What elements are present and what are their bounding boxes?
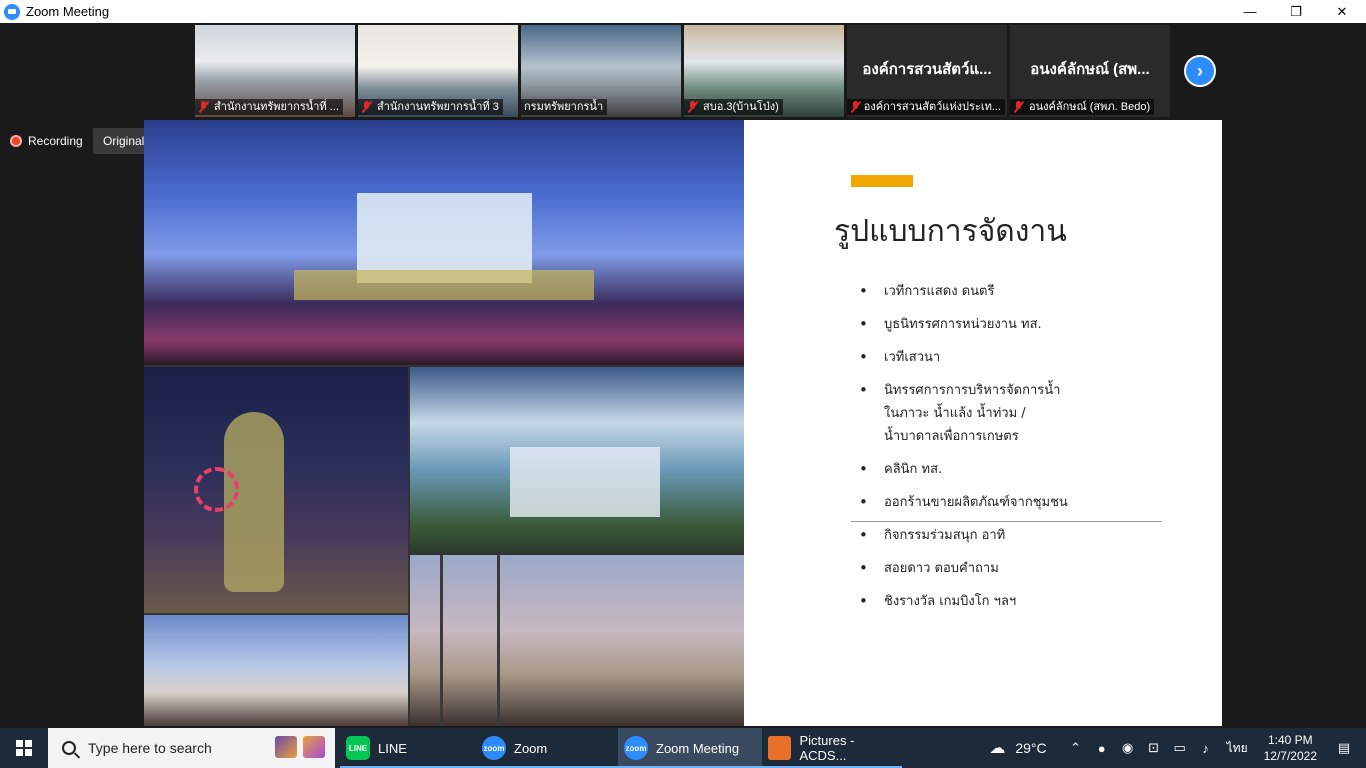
slide-bullet-list: เวทีการแสดง ดนตรี บูธนิทรรศการหน่วยงาน ท… [859,280,1159,623]
search-highlight-icon [275,736,297,758]
system-tray: ☁ 29°C ⌃ ● ◉ ⊡ ▭ ♪ ไทย 1:40 PM 12/7/2022… [979,728,1366,768]
participant-nametag: องค์การสวนสัตว์แห่งประเท... [847,99,1005,115]
zoom-logo-icon [4,3,20,20]
slide-accent-bar [851,175,913,187]
participant-tile-no-video[interactable]: องค์การสวนสัตว์แ... องค์การสวนสัตว์แห่งป… [847,25,1007,117]
restore-button[interactable]: ❐ [1273,0,1319,23]
slide-title: รูปแบบการจัดงาน [834,214,1067,249]
microphone-icon[interactable]: ● [1094,740,1110,756]
taskbar-app-label: LINE [378,740,407,756]
bullet-item: ออกร้านขายผลิตภัณฑ์จากชุมชน [859,491,1159,514]
next-page-arrow-icon[interactable]: › [1184,55,1216,87]
participant-nametag: สำนักงานทรัพยากรน้ำที่ 3 [358,99,503,115]
taskbar-app-label: Zoom Meeting [656,740,740,756]
chevron-up-icon[interactable]: ⌃ [1068,740,1084,756]
weather-temperature[interactable]: 29°C [1015,740,1046,756]
bullet-item: คลินิก ทส. [859,458,1159,481]
search-highlights [275,736,325,758]
close-button[interactable]: ✕ [1319,0,1365,23]
dinosaur-night-photo [144,367,408,613]
stage-concert-photo [144,120,744,365]
title-bar: Zoom Meeting — ❐ ✕ [0,0,1366,23]
start-button[interactable] [0,728,48,768]
tower-sunset-photo [410,555,744,726]
language-indicator[interactable]: ไทย [1227,739,1248,758]
monitor-icon[interactable]: ▭ [1172,740,1188,756]
search-icon [62,741,76,755]
exhibition-booth-photo [410,367,744,553]
minimize-button[interactable]: — [1227,0,1273,23]
bullet-item: สอยดาว ตอบคำถาม [859,557,1159,580]
bullet-item: เวทีการแสดง ดนตรี [859,280,1159,303]
recording-dot-icon [10,135,22,147]
weather-cloud-icon[interactable]: ☁ [984,740,1010,757]
mic-muted-icon [198,101,210,113]
volume-icon[interactable]: ♪ [1198,740,1214,756]
participant-nametag: อนงค์ลักษณ์ (สพภ. Bedo) [1010,99,1155,115]
mic-muted-icon [687,101,699,113]
mic-muted-icon [1013,101,1025,113]
zoom-icon: zoom [482,736,506,760]
camera-icon[interactable]: ◉ [1120,740,1136,756]
participant-display-name: อนงค์ลักษณ์ (สพ... [1030,61,1150,78]
participant-nametag: สำนักงานทรัพยากรน้ำที่ ... [195,99,343,115]
search-highlight-icon [303,736,325,758]
shared-screen-slide: รูปแบบการจัดงาน เวทีการแสดง ดนตรี บูธนิท… [144,120,1222,726]
participant-display-name: องค์การสวนสัตว์แ... [862,61,992,78]
bullet-item: บูธนิทรรศการหน่วยงาน ทส. [859,313,1159,336]
taskbar-app-label: Pictures - ACDS... [799,733,855,763]
participant-tile[interactable]: สำนักงานทรัพยากรน้ำที่ 3 [358,25,518,117]
network-icon[interactable]: ⊡ [1146,740,1162,756]
bullet-item: กิจกรรมร่วมสนุก อาทิ [859,524,1159,547]
participant-nametag: สบอ.3(บ้านโป่ง) [684,99,783,115]
bullet-item: ชิงรางวัล เกมบิงโก ฯลฯ [859,590,1159,613]
taskbar-app-acdsee[interactable]: Pictures - ACDS... [762,728,902,768]
acdsee-icon [768,736,792,760]
search-placeholder: Type here to search [88,740,212,756]
taskbar-app-zoom[interactable]: zoom Zoom [476,728,618,768]
windows-logo-icon [16,740,32,756]
participant-tile[interactable]: สบอ.3(บ้านโป่ง) [684,25,844,117]
windows-taskbar: Type here to search LINE LINE zoom Zoom … [0,728,1366,768]
photo-collage [144,120,744,726]
zoom-icon: zoom [624,736,648,760]
participant-tile-no-video[interactable]: อนงค์ลักษณ์ (สพ... อนงค์ลักษณ์ (สพภ. Bed… [1010,25,1170,117]
line-icon: LINE [346,736,370,760]
participant-strip: สำนักงานทรัพยากรน้ำที่ ... สำนักงานทรัพย… [195,25,1170,117]
taskbar-app-line[interactable]: LINE LINE [340,728,476,768]
participant-nametag: กรมทรัพยากรน้ำ [521,99,608,115]
notification-icon[interactable]: ▤ [1336,740,1352,756]
mic-muted-icon [850,101,860,113]
window-title: Zoom Meeting [26,4,110,19]
clock-time: 1:40 PM [1267,733,1313,747]
taskbar-app-zoom-meeting[interactable]: zoom Zoom Meeting [618,728,762,768]
participant-tile[interactable]: สำนักงานทรัพยากรน้ำที่ ... [195,25,355,117]
slide-divider [851,521,1162,522]
recording-label: Recording [28,134,83,148]
taskbar-search-box[interactable]: Type here to search [48,728,335,768]
clock[interactable]: 1:40 PM 12/7/2022 [1264,732,1317,764]
tent-festival-photo [144,615,408,726]
bullet-item: นิทรรศการการบริหารจัดการน้ำ ในภาวะ น้ำแล… [859,379,1159,448]
taskbar-app-label: Zoom [514,740,548,756]
participant-tile-active-speaker[interactable]: กรมทรัพยากรน้ำ [521,25,681,117]
bullet-item: เวทีเสวนา [859,346,1159,369]
clock-date: 12/7/2022 [1263,749,1317,763]
recording-indicator[interactable]: Recording [10,130,83,152]
mic-muted-icon [361,101,373,113]
